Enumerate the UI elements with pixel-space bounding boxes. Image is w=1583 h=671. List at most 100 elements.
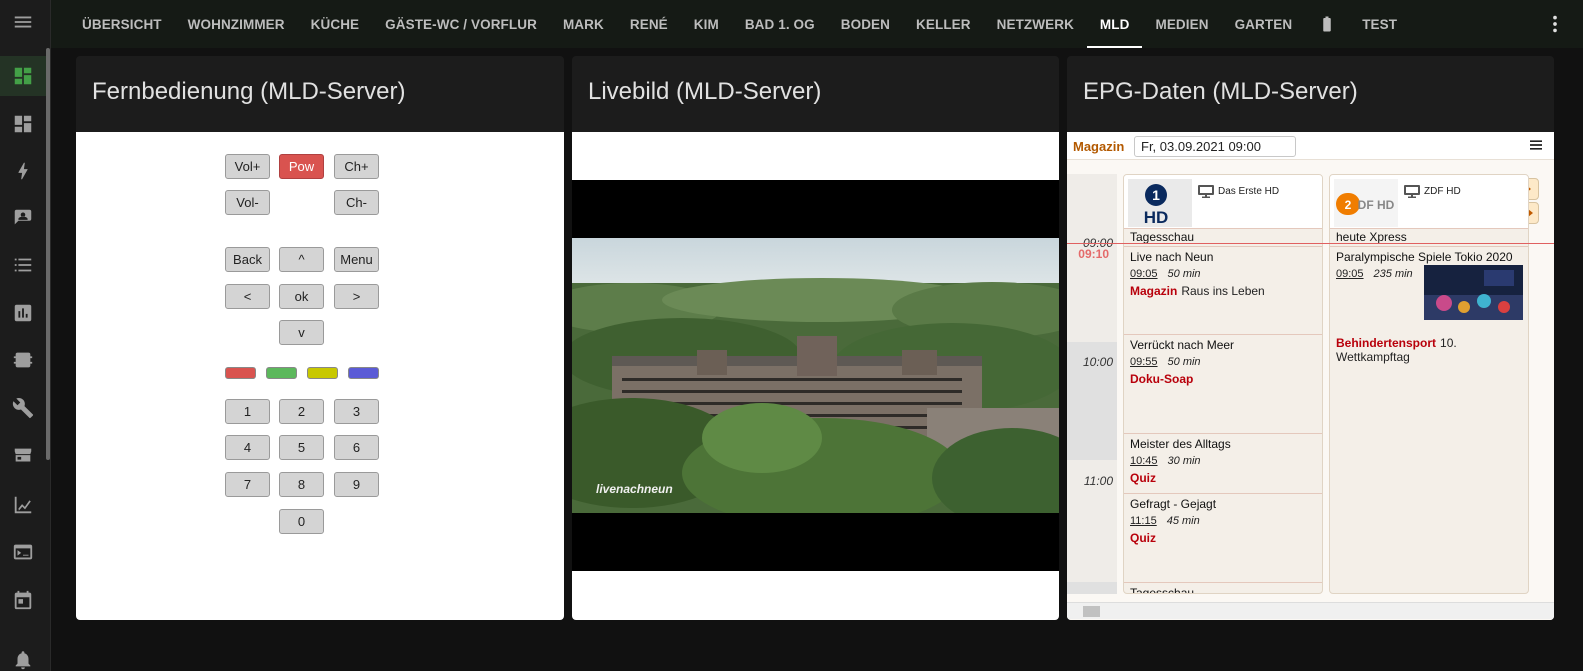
sidebar-item-logbook[interactable] xyxy=(0,198,46,238)
channel-name: ZDF HD xyxy=(1404,185,1461,198)
tab-netzwerk[interactable]: NETZWERK xyxy=(984,0,1087,48)
tab-test[interactable]: TEST xyxy=(1349,0,1410,48)
tab-keller[interactable]: KELLER xyxy=(903,0,984,48)
power-button[interactable]: Pow xyxy=(279,154,324,179)
program-item[interactable]: Verrückt nach Meer 09:55 50 min Doku-Soap xyxy=(1124,334,1322,433)
sidebar-item-energy[interactable] xyxy=(0,151,46,191)
program-genre: Behindertensport 10. Wettkampftag xyxy=(1336,336,1522,364)
sidebar-item-hacs[interactable] xyxy=(0,436,46,476)
sidebar-item-tools[interactable] xyxy=(0,388,46,428)
red-button[interactable] xyxy=(225,367,256,379)
program-duration: 235 min xyxy=(1373,268,1413,280)
epg-horizontal-scrollbar[interactable] xyxy=(1067,602,1554,619)
epg-card: EPG-Daten (MLD-Server) Magazin Fr, 03.09… xyxy=(1067,56,1554,620)
time-block-12 xyxy=(1067,582,1117,594)
program-meta: 09:05 50 min xyxy=(1130,268,1316,280)
program-title: Tagesschau xyxy=(1130,586,1195,594)
program-item[interactable]: Gefragt - Gejagt 11:15 45 min Quiz xyxy=(1124,493,1322,582)
left-button[interactable]: < xyxy=(225,284,270,309)
tv-icon xyxy=(1404,185,1420,198)
chart-icon xyxy=(14,304,32,322)
program-thumbnail xyxy=(1424,265,1523,320)
tab-uebersicht[interactable]: ÜBERSICHT xyxy=(69,0,175,48)
program-item[interactable]: Live nach Neun 09:05 50 min Magazin Raus i… xyxy=(1124,246,1322,334)
sidebar-item-terminal[interactable] xyxy=(0,532,46,572)
tab-kueche[interactable]: KÜCHE xyxy=(298,0,373,48)
sidebar-scrollbar[interactable] xyxy=(46,48,50,460)
sidebar-item-dashboard[interactable] xyxy=(0,104,46,144)
digit-2-button[interactable]: 2 xyxy=(279,399,324,424)
channel-up-button[interactable]: Ch+ xyxy=(334,154,379,179)
program-item[interactable]: Meister des Alltags 10:45 30 min Quiz xyxy=(1124,433,1322,493)
sidebar-item-calendar[interactable] xyxy=(0,580,46,620)
tab-kim[interactable]: KIM xyxy=(681,0,732,48)
chip-icon xyxy=(13,352,33,368)
tab-garten[interactable]: GARTEN xyxy=(1222,0,1306,48)
digit-7-button[interactable]: 7 xyxy=(225,472,270,497)
sidebar-item-history[interactable] xyxy=(0,293,46,333)
tab-mld[interactable]: MLD xyxy=(1086,0,1143,48)
program-meta: 10:45 30 min xyxy=(1130,455,1316,467)
list-icon xyxy=(14,258,32,272)
green-button[interactable] xyxy=(266,367,297,379)
right-button[interactable]: > xyxy=(334,284,379,309)
down-button[interactable]: v xyxy=(279,320,324,345)
vol-up-button[interactable]: Vol+ xyxy=(225,154,270,179)
blue-button[interactable] xyxy=(348,367,379,379)
sidebar-item-list[interactable] xyxy=(0,245,46,285)
tab-wohnzimmer[interactable]: WOHNZIMMER xyxy=(175,0,298,48)
program-time: 10:45 xyxy=(1130,455,1158,467)
program-item[interactable]: Paralympische Spiele Tokio 2020 09:05 235… xyxy=(1330,246,1528,593)
back-button[interactable]: Back xyxy=(225,247,270,272)
tab-battery[interactable] xyxy=(1305,0,1349,48)
program-meta: 11:15 45 min xyxy=(1130,515,1316,527)
zdf-logo: 2 DF HD xyxy=(1334,179,1398,227)
program-time: 09:05 xyxy=(1336,268,1364,280)
tab-boden[interactable]: BODEN xyxy=(828,0,903,48)
program-item[interactable]: Tagesschau xyxy=(1124,582,1322,594)
digit-9-button[interactable]: 9 xyxy=(334,472,379,497)
digit-6-button[interactable]: 6 xyxy=(334,435,379,460)
digit-1-button[interactable]: 1 xyxy=(225,399,270,424)
digit-3-button[interactable]: 3 xyxy=(334,399,379,424)
channel-name-label: ZDF HD xyxy=(1424,186,1461,197)
program-genre-label: Behindertensport xyxy=(1336,336,1437,350)
sidebar-item-notifications[interactable] xyxy=(0,640,46,671)
up-button[interactable]: ^ xyxy=(279,247,324,272)
digit-5-button[interactable]: 5 xyxy=(279,435,324,460)
remote-card-title: Fernbedienung (MLD-Server) xyxy=(92,78,406,105)
program-title: heute Xpress xyxy=(1336,230,1407,244)
tab-mark[interactable]: MARK xyxy=(550,0,617,48)
sidebar-item-statistics[interactable] xyxy=(0,485,46,525)
epg-date-field[interactable]: Fr, 03.09.2021 09:00 xyxy=(1134,136,1296,157)
epg-scroll-thumb[interactable] xyxy=(1083,606,1100,617)
sidebar-item-esphome[interactable] xyxy=(0,340,46,380)
tab-gaeste-wc[interactable]: GÄSTE-WC / VORFLUR xyxy=(372,0,550,48)
digit-8-button[interactable]: 8 xyxy=(279,472,324,497)
epg-menu-button[interactable] xyxy=(1528,137,1544,153)
epg-view-label[interactable]: Magazin xyxy=(1073,139,1124,154)
digit-0-button[interactable]: 0 xyxy=(279,509,324,534)
channel-name: Das Erste HD xyxy=(1198,185,1279,198)
epg-toolbar: Magazin Fr, 03.09.2021 09:00 xyxy=(1067,132,1554,160)
menu-button[interactable]: Menu xyxy=(334,247,379,272)
tab-bad-1-og[interactable]: BAD 1. OG xyxy=(732,0,828,48)
vol-down-button[interactable]: Vol- xyxy=(225,190,270,215)
menu-icon[interactable] xyxy=(0,2,46,42)
ok-button[interactable]: ok xyxy=(279,284,324,309)
menu-icon xyxy=(1530,140,1542,150)
line-chart-icon xyxy=(14,496,32,514)
more-options-button[interactable] xyxy=(1543,12,1567,36)
live-video-frame[interactable]: livenachneun xyxy=(572,180,1059,571)
yellow-button[interactable] xyxy=(307,367,338,379)
program-duration: 30 min xyxy=(1167,455,1201,467)
channel-down-button[interactable]: Ch- xyxy=(334,190,379,215)
account-box-icon xyxy=(14,209,32,225)
lightning-icon xyxy=(18,162,28,180)
sidebar-item-overview[interactable] xyxy=(0,56,46,96)
program-title: Paralympische Spiele Tokio 2020 xyxy=(1336,250,1513,264)
digit-4-button[interactable]: 4 xyxy=(225,435,270,460)
tab-rene[interactable]: RENÉ xyxy=(617,0,681,48)
channel-name-label: Das Erste HD xyxy=(1218,186,1280,197)
tab-medien[interactable]: MEDIEN xyxy=(1142,0,1221,48)
